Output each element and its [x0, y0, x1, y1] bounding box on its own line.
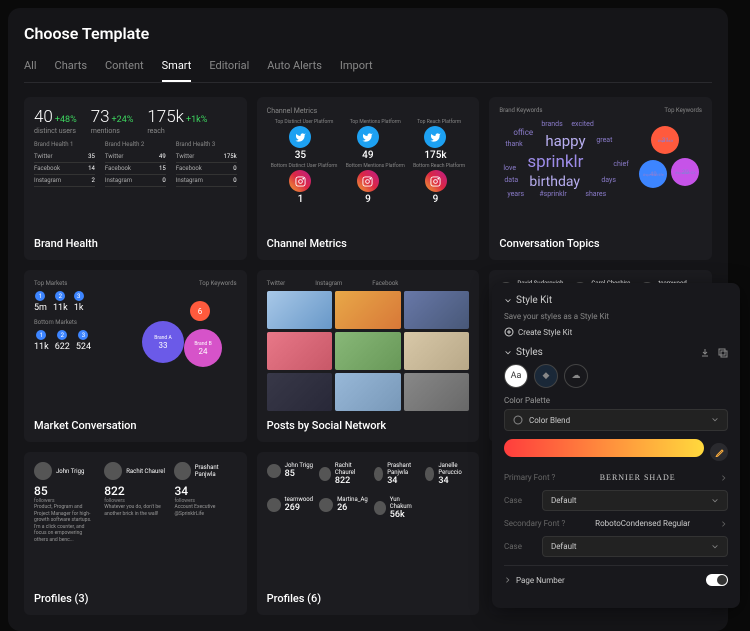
- copy-icon[interactable]: [718, 348, 728, 358]
- tab-charts[interactable]: Charts: [55, 59, 87, 82]
- chevron-down-icon: [711, 543, 719, 551]
- style-side-panel: Style Kit Save your styles as a Style Ki…: [492, 283, 740, 608]
- tab-editorial[interactable]: Editorial: [209, 59, 249, 82]
- case-select-2[interactable]: Default: [542, 536, 728, 557]
- card-label: Market Conversation: [34, 419, 237, 432]
- template-card-profiles-3[interactable]: John Trigg85followersProduct, Program an…: [24, 452, 247, 615]
- template-card-market-conversation[interactable]: Top MarketsTop Keywords 15m211k31k Botto…: [24, 270, 247, 442]
- card-label: Profiles (3): [34, 592, 237, 605]
- chevron-down-icon: [711, 416, 719, 424]
- tab-content[interactable]: Content: [105, 59, 144, 82]
- gradient-slider[interactable]: [504, 439, 704, 457]
- tab-all[interactable]: All: [24, 59, 37, 82]
- chevron-down-icon: [504, 349, 512, 357]
- primary-font-row[interactable]: Primary Font ? BERNIER SHADE: [504, 473, 728, 482]
- tab-smart[interactable]: Smart: [162, 59, 192, 82]
- color-palette-select[interactable]: Color Blend: [504, 409, 728, 431]
- template-card-conversation-topics[interactable]: Brand KeywordsTop Keywords happysprinklr…: [489, 97, 712, 260]
- card-label: Brand Health: [34, 237, 237, 250]
- page-number-toggle[interactable]: [706, 574, 728, 586]
- page-title: Choose Template: [24, 24, 712, 43]
- template-card-brand-health[interactable]: 40+48%distinct users73+24%mentions175k+1…: [24, 97, 247, 260]
- chevron-down-icon: [504, 297, 512, 305]
- tab-auto-alerts[interactable]: Auto Alerts: [267, 59, 322, 82]
- chevron-right-icon: [504, 576, 512, 584]
- template-card-profiles-6[interactable]: John Trigg85Rachit Chaurel822Prashant Pa…: [257, 452, 480, 615]
- case-select-1[interactable]: Default: [542, 490, 728, 511]
- section-header-styles[interactable]: Styles: [504, 347, 728, 358]
- style-preset-1[interactable]: Aa: [504, 364, 528, 388]
- chevron-right-icon: [720, 474, 728, 482]
- template-card-channel-metrics[interactable]: Channel Metrics Top Distinct User Platfo…: [257, 97, 480, 260]
- card-label: Profiles (6): [267, 592, 470, 605]
- section-header-stylekit[interactable]: Style Kit: [504, 295, 728, 306]
- card-label: Posts by Social Network: [267, 419, 470, 432]
- plus-circle-icon: [504, 327, 514, 337]
- palette-icon: [513, 415, 523, 425]
- eyedropper-icon: [715, 448, 724, 457]
- download-icon[interactable]: [700, 348, 710, 358]
- card-label: Channel Metrics: [267, 237, 470, 250]
- secondary-font-row[interactable]: Secondary Font ? RobotoCondensed Regular: [504, 519, 728, 528]
- card-label: Conversation Topics: [499, 237, 702, 250]
- tab-import[interactable]: Import: [340, 59, 373, 82]
- template-card-posts[interactable]: TwitterInstagramFacebook Posts by Social…: [257, 270, 480, 442]
- style-preset-3[interactable]: ☁: [564, 364, 588, 388]
- category-tabs: All Charts Content Smart Editorial Auto Alert…: [24, 59, 712, 83]
- chevron-down-icon: [711, 497, 719, 505]
- create-style-kit-button[interactable]: Create Style Kit: [504, 327, 728, 337]
- style-preset-2[interactable]: ◆: [534, 364, 558, 388]
- chevron-right-icon: [720, 520, 728, 528]
- eyedropper-button[interactable]: [710, 443, 728, 461]
